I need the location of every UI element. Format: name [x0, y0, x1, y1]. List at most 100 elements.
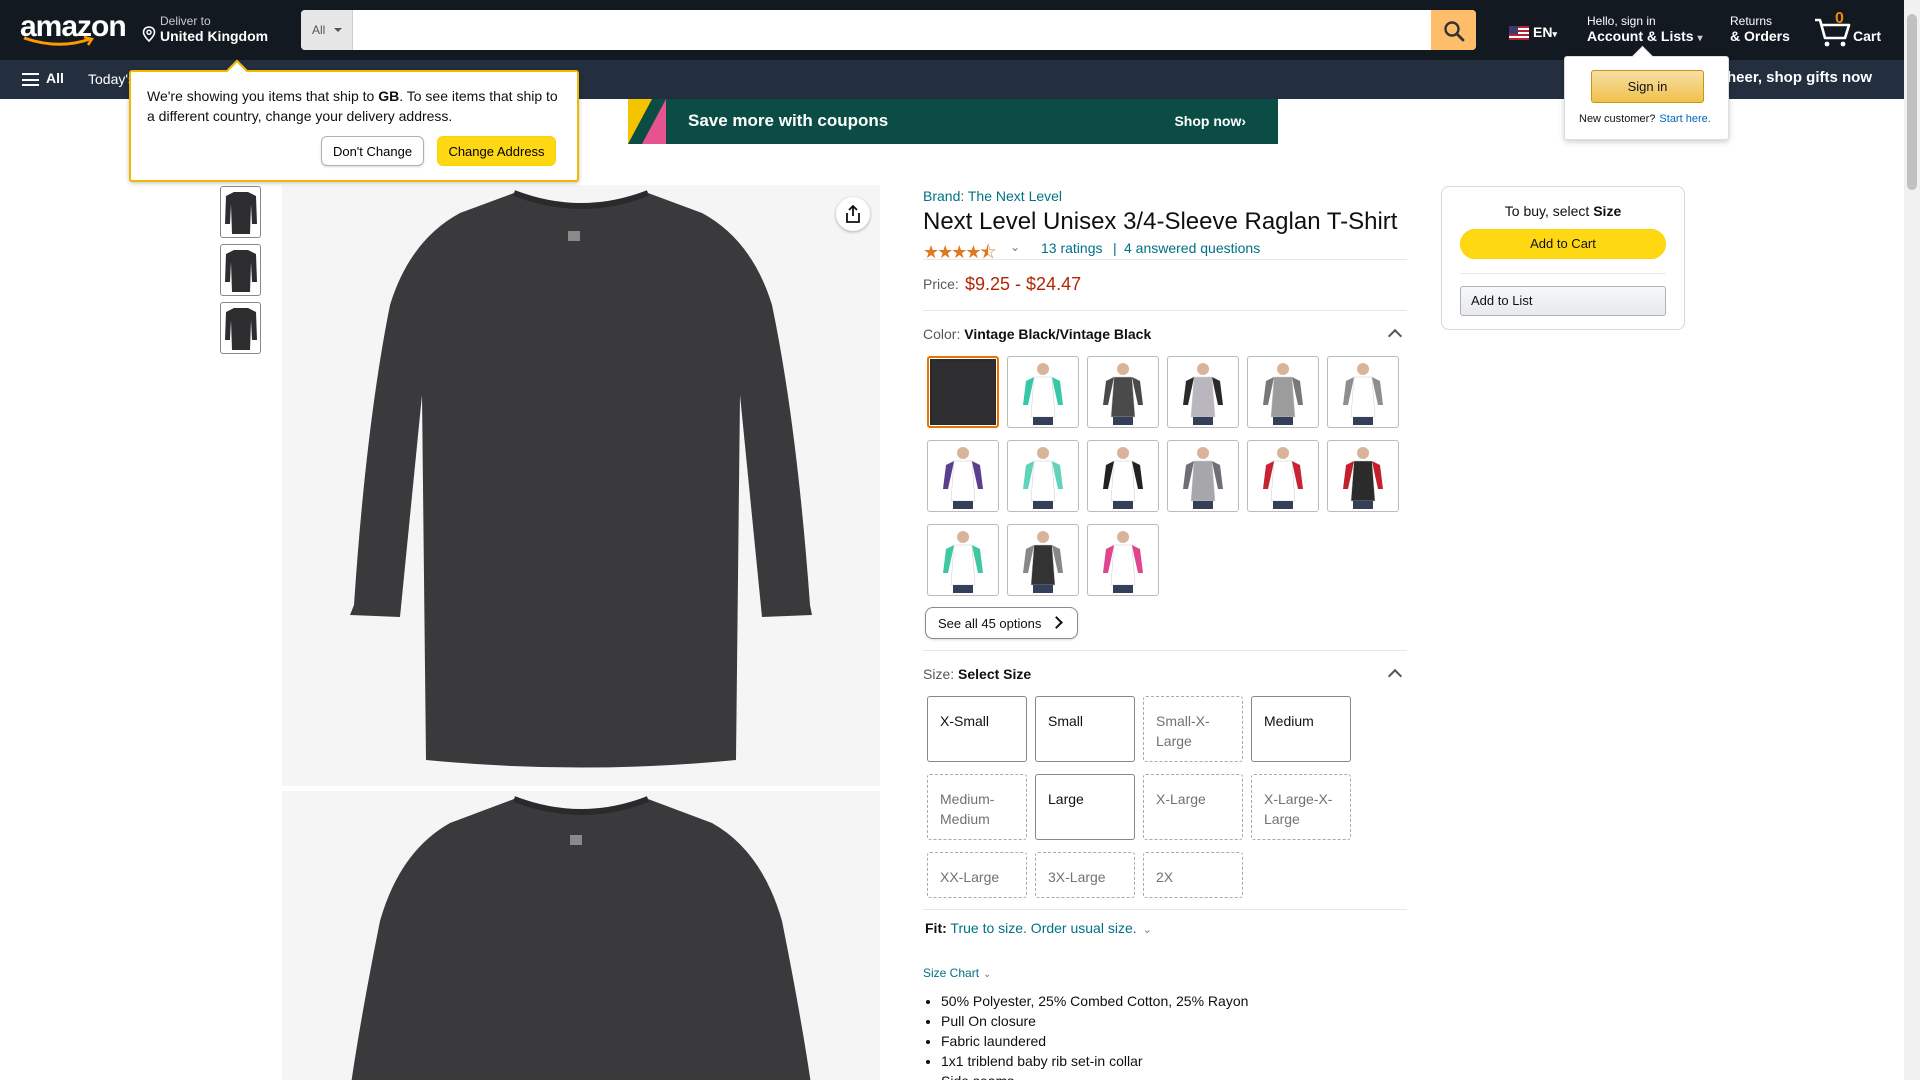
color-swatch[interactable] [1007, 524, 1079, 596]
swatch-image [1103, 447, 1143, 509]
size-selected-value: Select Size [958, 666, 1032, 682]
size-option[interactable]: 2X [1143, 852, 1243, 898]
dont-change-button[interactable]: Don't Change [321, 136, 424, 166]
secondary-product-image[interactable] [282, 791, 880, 1080]
size-option[interactable]: Medium-Medium [927, 774, 1027, 840]
returns-label: Returns [1730, 14, 1773, 28]
language-selector[interactable]: EN▾ [1509, 24, 1557, 41]
divider [923, 909, 1407, 910]
separator: | [1113, 240, 1117, 256]
color-swatch[interactable] [1087, 440, 1159, 512]
signin-flyout: Sign in New customer? Start here. [1564, 56, 1729, 140]
color-label-prefix: Color: [923, 326, 965, 342]
color-swatch[interactable] [1327, 440, 1399, 512]
nav-promo-link[interactable]: e cheer, shop gifts now [1706, 69, 1872, 86]
chevron-down-icon[interactable]: ⌄ [1010, 240, 1020, 254]
cart-icon [1815, 18, 1851, 47]
size-option[interactable]: Large [1035, 774, 1135, 840]
sign-in-button[interactable]: Sign in [1591, 70, 1704, 103]
thumbnail-image[interactable] [220, 302, 261, 354]
swatch-image [1183, 363, 1223, 425]
size-option[interactable]: X-Large [1143, 774, 1243, 840]
color-swatch[interactable] [1007, 356, 1079, 428]
add-to-list-button[interactable]: Add to List [1460, 286, 1666, 316]
start-here-link[interactable]: Start here. [1659, 113, 1710, 125]
size-option-label: Small [1048, 713, 1084, 729]
brand-link[interactable]: Brand: The Next Level [923, 188, 1062, 204]
color-swatch[interactable] [927, 524, 999, 596]
chevron-right-icon [1050, 616, 1063, 629]
color-swatch[interactable] [1087, 524, 1159, 596]
color-swatch[interactable] [927, 440, 999, 512]
size-chart-link[interactable]: Size Chart ⌄ [923, 966, 991, 980]
search-bar: All [301, 10, 1476, 50]
buy-box: To buy, select Size Add to Cart Add to L… [1441, 186, 1685, 330]
amazon-logo[interactable]: amazon [20, 10, 127, 48]
fit-value-link[interactable]: True to size. Order usual size. [950, 920, 1136, 936]
top-nav: amazon Deliver to United Kingdom All EN▾… [0, 0, 1904, 60]
banner-text: Save more with coupons [688, 111, 889, 130]
size-option[interactable]: XX-Large [927, 852, 1027, 898]
size-option[interactable]: Small-X-Large [1143, 696, 1243, 762]
answered-questions-link[interactable]: 4 answered questions [1124, 240, 1260, 256]
all-menu-button[interactable]: All [22, 70, 64, 86]
new-customer-text: New customer? Start here. [1579, 113, 1711, 125]
change-address-button[interactable]: Change Address [437, 136, 556, 166]
swatch-image [1343, 447, 1383, 509]
add-to-cart-button[interactable]: Add to Cart [1460, 229, 1666, 259]
color-swatch[interactable] [1167, 356, 1239, 428]
size-option[interactable]: X-Large-X-Large [1251, 774, 1351, 840]
hamburger-icon [22, 73, 39, 86]
shirt-thumbnail [225, 192, 257, 234]
search-category-dropdown[interactable]: All [301, 10, 353, 50]
chevron-down-icon: ⌄ [983, 969, 992, 980]
coupon-banner[interactable]: Save more with coupons Shop now› [628, 99, 1278, 144]
scrollbar-thumb[interactable] [1907, 14, 1917, 190]
thumbnail-image[interactable] [220, 244, 261, 296]
to-buy-instruction: To buy, select Size [1442, 203, 1684, 219]
color-swatch[interactable] [1247, 440, 1319, 512]
thumbnail-image[interactable] [220, 186, 261, 238]
color-swatch[interactable] [1327, 356, 1399, 428]
divider [923, 310, 1407, 311]
chevron-up-icon[interactable] [1387, 668, 1403, 684]
search-button[interactable] [1431, 10, 1476, 50]
product-title: Next Level Unisex 3/4-Sleeve Raglan T-Sh… [923, 208, 1398, 235]
size-option[interactable]: Small [1035, 696, 1135, 762]
see-all-label: See all 45 options [938, 616, 1042, 631]
location-message-pre: We're showing you items that ship to [147, 88, 379, 104]
banner-cta: Shop now› [1174, 113, 1246, 129]
banner-decoration [642, 99, 666, 144]
chevron-down-icon[interactable]: ⌄ [1143, 924, 1152, 936]
size-option[interactable]: 3X-Large [1035, 852, 1135, 898]
cart-button[interactable]: 0 Cart [1813, 10, 1883, 50]
account-lists[interactable]: Hello, sign in Account & Lists ▾ [1587, 14, 1703, 44]
color-swatch[interactable] [1167, 440, 1239, 512]
size-option-label: Small-X-Large [1156, 713, 1210, 749]
size-option-label: Large [1048, 791, 1084, 807]
star-rating-icon[interactable]: ★★★★⯪ [923, 240, 997, 270]
deliver-to[interactable]: Deliver to United Kingdom [142, 14, 268, 44]
main-product-image[interactable] [282, 185, 880, 786]
color-swatch[interactable] [1007, 440, 1079, 512]
account-label: Account & Lists [1587, 28, 1694, 44]
chevron-up-icon[interactable] [1387, 328, 1403, 344]
feature-bullet: 1x1 triblend baby rib set-in collar [941, 1051, 1248, 1071]
page-scrollbar[interactable] [1904, 0, 1920, 1080]
to-buy-field: Size [1593, 203, 1622, 219]
chevron-down-icon: ▾ [1552, 29, 1557, 39]
size-option[interactable]: Medium [1251, 696, 1351, 762]
shirt-thumbnail [225, 250, 257, 292]
size-option[interactable]: X-Small [927, 696, 1027, 762]
see-all-options-button[interactable]: See all 45 options [925, 607, 1078, 639]
color-swatch[interactable] [927, 356, 999, 428]
share-button[interactable] [836, 197, 870, 231]
returns-orders[interactable]: Returns & Orders [1730, 14, 1790, 44]
color-swatch[interactable] [1247, 356, 1319, 428]
all-menu-label: All [46, 70, 64, 86]
search-input[interactable] [353, 10, 1423, 50]
color-swatch[interactable] [1087, 356, 1159, 428]
nav-link-todays-deals[interactable]: Today's [88, 71, 135, 87]
shirt-image [351, 796, 811, 1080]
ratings-link[interactable]: 13 ratings [1041, 240, 1102, 256]
